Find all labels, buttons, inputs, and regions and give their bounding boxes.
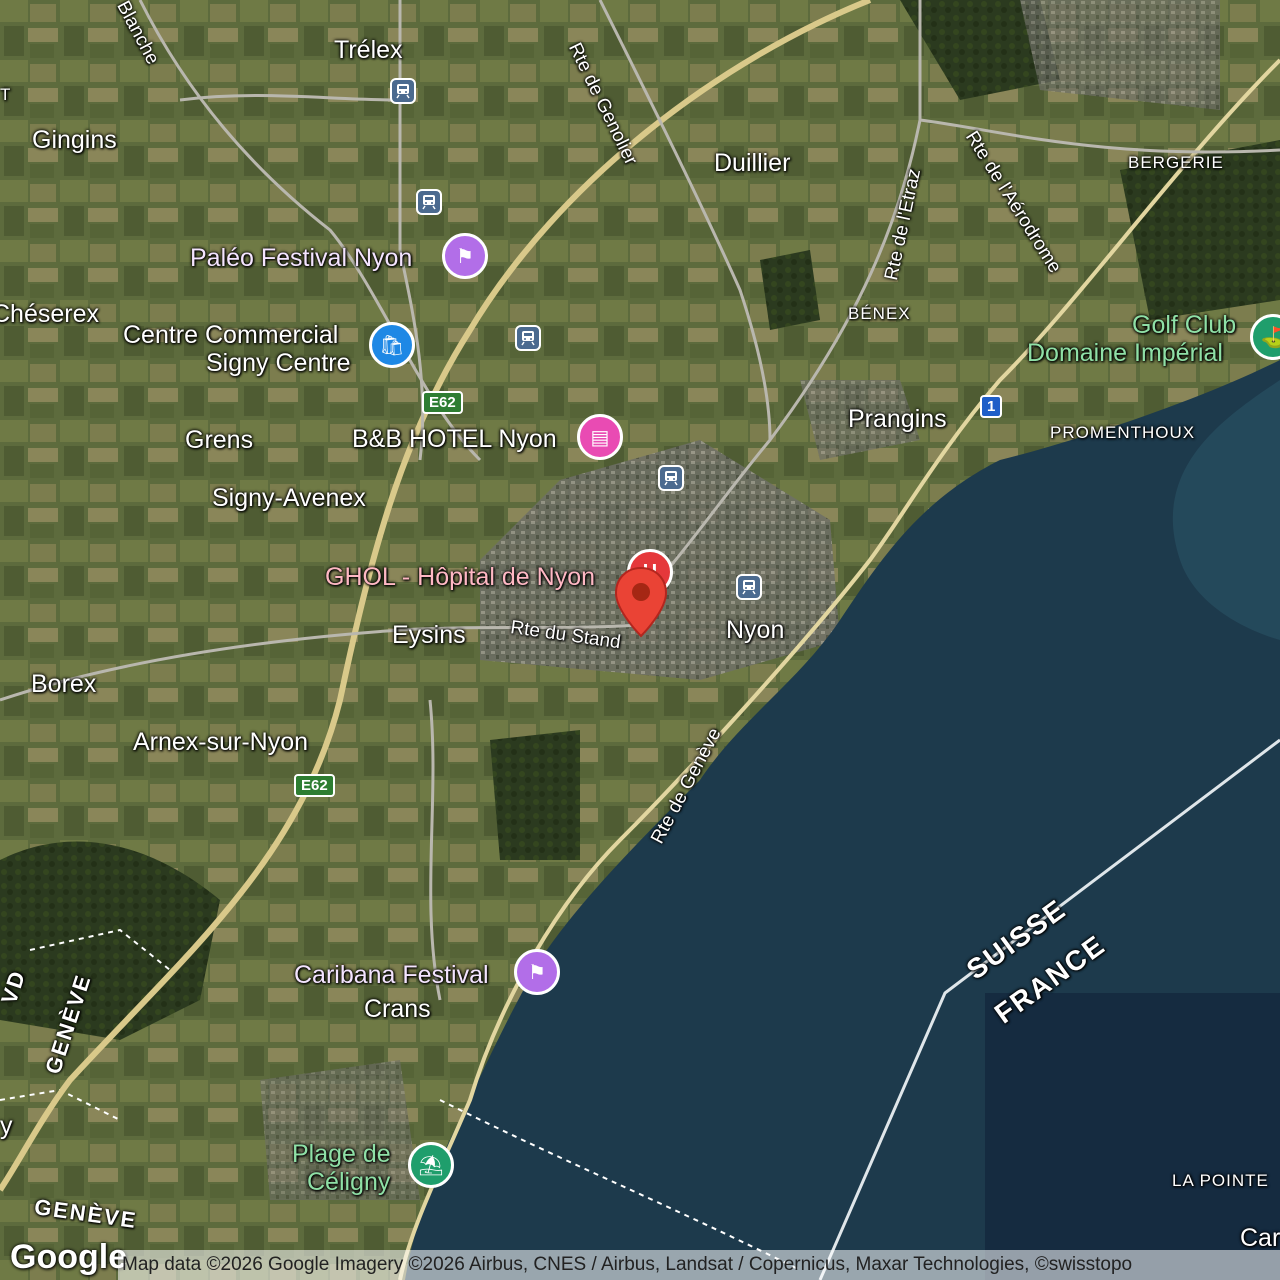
location-marker-icon[interactable]	[614, 566, 668, 638]
poi-label-plage-celigny[interactable]: Plage de	[292, 1142, 391, 1167]
road-shield-e62: E62	[422, 391, 463, 414]
town-label: Prangins	[848, 405, 947, 433]
town-label: Arnex-sur-Nyon	[133, 728, 309, 756]
train-icon	[422, 195, 436, 210]
forest-area	[760, 250, 820, 330]
shopping-bag-icon[interactable]: 🛍	[369, 322, 415, 368]
poi-label-paleo-festival[interactable]: Paléo Festival Nyon	[190, 246, 412, 271]
poi-label-signy-centre[interactable]: Centre Commercial	[123, 323, 338, 348]
town-label: Nyon	[726, 616, 785, 644]
train-station-icon[interactable]	[658, 465, 684, 491]
train-icon	[664, 471, 678, 486]
poi-label-golf-club[interactable]: Domaine Impérial	[1027, 341, 1223, 366]
hamlet-label: BERGERIE	[1128, 153, 1224, 172]
poi-label-golf-club[interactable]: Golf Club	[1132, 313, 1236, 338]
edge-label: T	[0, 85, 12, 104]
poi-label-caribana-festival[interactable]: Caribana Festival	[294, 963, 489, 988]
train-station-icon[interactable]	[515, 325, 541, 351]
lake-dark-tile	[985, 993, 1280, 1280]
forest-area	[490, 730, 580, 860]
town-label: Chéserex	[0, 300, 99, 328]
poi-festival-icon[interactable]: ⚑	[514, 949, 560, 995]
map-attribution[interactable]: Map data ©2026 Google Imagery ©2026 Airb…	[118, 1250, 1280, 1280]
hotel-bed-icon[interactable]: ▤	[577, 414, 623, 460]
beach-umbrella-icon[interactable]: ⛱	[408, 1142, 454, 1188]
hamlet-label: BÉNEX	[848, 304, 911, 323]
train-station-icon[interactable]	[416, 189, 442, 215]
satellite-map[interactable]	[0, 0, 1280, 1280]
edge-label: Car	[1240, 1224, 1280, 1252]
train-station-icon[interactable]	[736, 574, 762, 600]
town-label: Grens	[185, 426, 254, 454]
road-shield-1: 1	[980, 395, 1003, 418]
train-icon	[742, 580, 756, 595]
town-label: Signy-Avenex	[212, 484, 366, 512]
poi-label-plage-celigny[interactable]: Céligny	[307, 1170, 390, 1195]
hamlet-label: PROMENTHOUX	[1050, 423, 1196, 442]
town-label: Gingins	[32, 126, 117, 154]
poi-label-hospital[interactable]: GHOL - Hôpital de Nyon	[325, 565, 595, 590]
town-label: Duillier	[714, 149, 791, 177]
poi-label-signy-centre[interactable]: Signy Centre	[206, 351, 351, 376]
road-shield-e62: E62	[294, 774, 335, 797]
poi-label-bb-hotel[interactable]: B&B HOTEL Nyon	[352, 427, 557, 452]
poi-festival-icon[interactable]: ⚑	[442, 233, 488, 279]
google-logo: Google	[10, 1238, 128, 1276]
town-label: Borex	[31, 670, 97, 698]
town-label: Trélex	[334, 36, 403, 64]
town-label: Crans	[364, 995, 431, 1023]
town-label: Eysins	[392, 621, 466, 649]
hamlet-label: LA POINTE	[1172, 1171, 1269, 1190]
train-icon	[396, 84, 410, 99]
edge-label: y	[0, 1112, 13, 1140]
train-icon	[521, 331, 535, 346]
train-station-icon[interactable]	[390, 78, 416, 104]
